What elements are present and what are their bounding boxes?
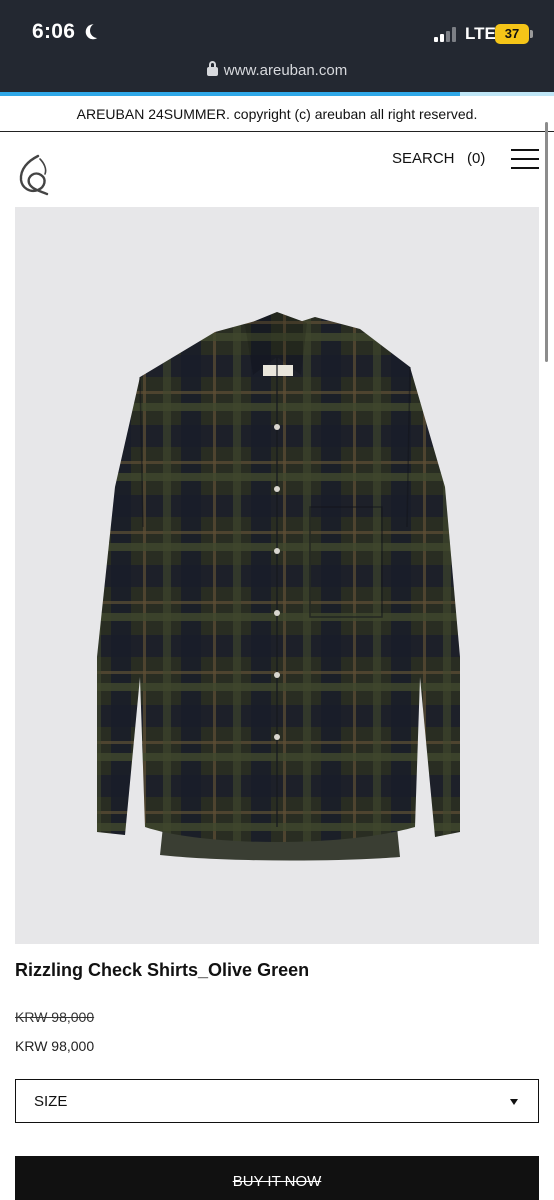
status-time: 6:06 <box>32 20 76 43</box>
hamburger-menu-icon[interactable] <box>511 149 539 169</box>
network-label: LTE <box>465 24 496 43</box>
scrollbar[interactable] <box>545 122 548 362</box>
cart-count[interactable]: (0) <box>467 150 485 167</box>
notice-bar: AREUBAN 24SUMMER. copyright (c) areuban … <box>0 96 554 132</box>
price-sale: KRW 98,000 <box>15 1038 95 1054</box>
site-header: SEARCH (0) <box>0 133 554 205</box>
url-text: www.areuban.com <box>223 62 348 79</box>
buy-now-button[interactable]: BUY IT NOW <box>15 1156 539 1200</box>
status-bar: 6:06 LTE 37 www.areuban.com <box>0 0 554 92</box>
buy-now-label: BUY IT NOW <box>232 1173 322 1190</box>
signal-icon <box>434 26 460 42</box>
url-bar[interactable]: www.areuban.com <box>0 61 554 79</box>
product-image[interactable] <box>15 207 539 944</box>
search-link[interactable]: SEARCH <box>392 150 455 167</box>
price-original: KRW 98,000 <box>15 1009 95 1025</box>
product-name: Rizzling Check Shirts_Olive Green <box>15 960 310 980</box>
areuban-logo-icon[interactable] <box>14 153 54 197</box>
caret-down-icon <box>510 1099 518 1105</box>
size-select[interactable]: SIZE <box>15 1079 539 1123</box>
lock-icon <box>206 61 218 76</box>
shirt-image <box>97 312 460 861</box>
battery-icon: 37 <box>495 24 533 44</box>
moon-icon <box>89 22 106 39</box>
size-select-label: SIZE <box>34 1093 68 1110</box>
